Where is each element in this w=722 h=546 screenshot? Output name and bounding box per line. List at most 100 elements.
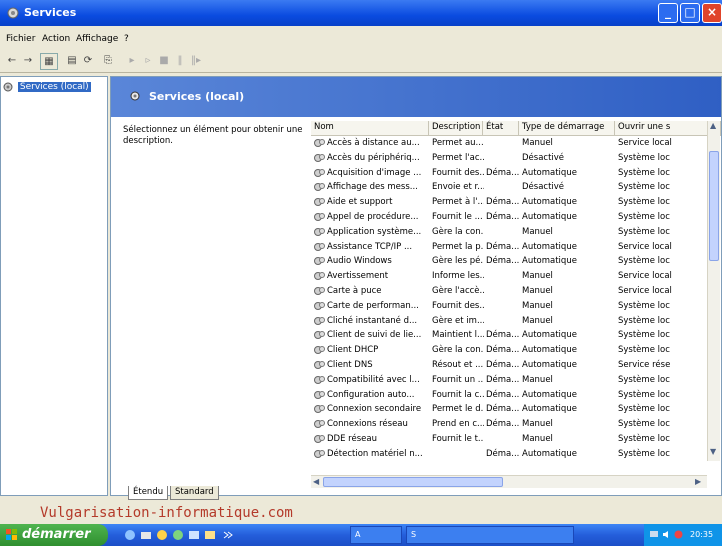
cell-startup-type: Manuel [522,300,553,311]
tab-standard[interactable]: Standard [170,486,219,500]
maximize-button[interactable]: □ [680,3,700,23]
taskbar-button-s[interactable]: S [406,526,574,544]
table-row[interactable]: Avertissement Informe les... Manuel Service… [311,270,721,282]
horizontal-scrollbar[interactable]: ◀ ▶ [311,475,707,488]
column-header-startup-type[interactable]: Type de démarrage [519,121,615,135]
desktop-icon[interactable] [188,529,200,541]
back-icon[interactable]: ← [4,53,20,68]
table-row[interactable]: Carte à puce Gère l'accè... Manuel Service … [311,285,721,297]
service-gear-icon [314,257,325,266]
table-row[interactable]: Audio Windows Gère les pé... Déma... Automa… [311,255,721,267]
table-row[interactable]: Appel de procédure... Fournit le ... Déma.… [311,211,721,223]
column-header-state[interactable]: État [483,121,519,135]
services-gear-icon [3,82,13,92]
column-header-name[interactable]: Nom [311,121,429,135]
refresh-icon[interactable]: ⟳ [80,53,96,68]
close-button[interactable]: × [702,3,722,23]
table-row[interactable]: Carte de performan... Fournit des... Manue… [311,300,721,312]
scroll-down-icon[interactable]: ▼ [710,447,716,456]
cell-name: Client DHCP [327,345,379,356]
table-row[interactable]: Détection matériel n... Déma... Automatiqu… [311,448,721,460]
cell-state: Déma... [486,448,520,459]
cell-description: Résout et ... [432,360,484,370]
cell-state: Déma... [486,256,520,267]
service-gear-icon [314,272,325,281]
security-icon[interactable] [674,530,683,539]
table-row[interactable]: Application système... Gère la con... Manu… [311,226,721,238]
volume-icon[interactable] [662,530,671,539]
column-header-logon[interactable]: Ouvrir une s [615,121,721,135]
cell-startup-type: Désactivé [522,152,565,163]
cell-startup-type: Automatique [522,360,577,370]
cell-logon: Service local [618,241,672,252]
table-row[interactable]: Affichage des mess... Envoie et r... Désac… [311,181,721,193]
service-gear-icon [314,287,325,295]
scroll-right-icon[interactable]: ▶ [695,477,701,486]
step-icon[interactable]: ▹ [140,53,156,68]
cell-name: Aide et support [327,197,393,208]
cell-name: Carte à puce [327,286,382,296]
table-row[interactable]: Accès à distance au... Permet au... Manuel… [311,137,721,149]
services-table: Nom Description État Type de démarrage O… [311,121,721,473]
browser-icon[interactable] [124,529,136,541]
forward-icon[interactable]: → [20,53,36,68]
pause-icon[interactable]: ‖ [172,53,188,68]
network-icon[interactable] [650,530,659,539]
service-gear-icon [314,390,325,399]
tab-extended[interactable]: Étendu [128,486,169,500]
cell-state: Déma... [486,212,520,222]
cell-description: Informe les... [432,271,484,282]
stop-icon[interactable]: ■ [156,53,172,68]
menu-help[interactable]: ? [124,34,129,44]
table-row[interactable]: Connexion secondaire Permet le d... Déma..… [311,403,721,415]
service-gear-icon [314,435,325,443]
table-row[interactable]: DDE réseau Fournit le t... Manuel Système l… [311,433,721,445]
scroll-up-icon[interactable]: ▲ [710,121,716,130]
table-row[interactable]: Client de suivi de lie... Maintient l... D… [311,329,721,341]
table-row[interactable]: Client DNS Résout et ... Déma... Automatiqu… [311,359,721,371]
table-row[interactable]: Connexions réseau Prend en c... Déma... Man… [311,418,721,430]
menu-action[interactable]: Action [42,34,70,44]
scrollbar-thumb[interactable] [709,151,719,261]
restart-icon[interactable]: ‖▸ [188,53,204,68]
media-icon[interactable] [156,529,168,541]
taskbar-button-a[interactable]: A [350,526,402,544]
cell-logon: Système loc [618,374,670,385]
column-header-description[interactable]: Description [429,121,483,135]
cell-name: Client DNS [327,360,373,370]
table-row[interactable]: Client DHCP Gère la con... Déma... Automati… [311,344,721,356]
table-header: Nom Description État Type de démarrage O… [311,121,721,136]
export-icon[interactable]: ⎘ [100,53,116,68]
properties-icon[interactable]: ▤ [64,53,80,68]
cell-name: DDE réseau [327,434,377,444]
scrollbar-thumb[interactable] [323,477,503,487]
table-row[interactable]: Aide et support Permet à l'... Déma... Auto… [311,196,721,208]
scroll-left-icon[interactable]: ◀ [313,477,319,486]
table-row[interactable]: Assistance TCP/IP ... Permet la p... Déma.… [311,241,721,253]
service-gear-icon [314,346,325,355]
table-row[interactable]: Cliché instantané d... Gère et im... Manue… [311,315,721,327]
console-tree: Services (local) [0,76,108,496]
vertical-scrollbar[interactable]: ▲ ▼ [707,121,720,461]
tree-item-services-local[interactable]: Services (local) [3,81,91,94]
console-tree-icon[interactable]: ▦ [40,53,58,70]
cell-state: Déma... [486,389,520,400]
start-button[interactable]: démarrer [0,524,108,546]
cell-description: Fournit des... [432,300,484,311]
menu-file[interactable]: Fichier [6,34,35,44]
table-row[interactable]: Acquisition d'image ... Fournit des... Dém… [311,167,721,179]
messenger-icon[interactable] [172,529,184,541]
cell-startup-type: Manuel [522,286,553,296]
menu-view[interactable]: Affichage [76,34,118,44]
table-row[interactable]: Compatibilité avec l... Fournit un ... Dém… [311,374,721,386]
toolbar-expand-icon[interactable] [222,529,234,541]
play-icon[interactable]: ▸ [124,53,140,68]
cell-name: Connexion secondaire [327,404,422,415]
table-row[interactable]: Accès du périphériq... Permet l'ac... Désa… [311,152,721,164]
mail-icon[interactable] [140,529,152,541]
cell-description: Fournit un ... [432,374,484,385]
cell-state: Déma... [486,374,520,385]
table-row[interactable]: Configuration auto... Fournit la c... Déma… [311,389,721,401]
explorer-icon[interactable] [204,529,216,541]
minimize-button[interactable]: _ [658,3,678,23]
